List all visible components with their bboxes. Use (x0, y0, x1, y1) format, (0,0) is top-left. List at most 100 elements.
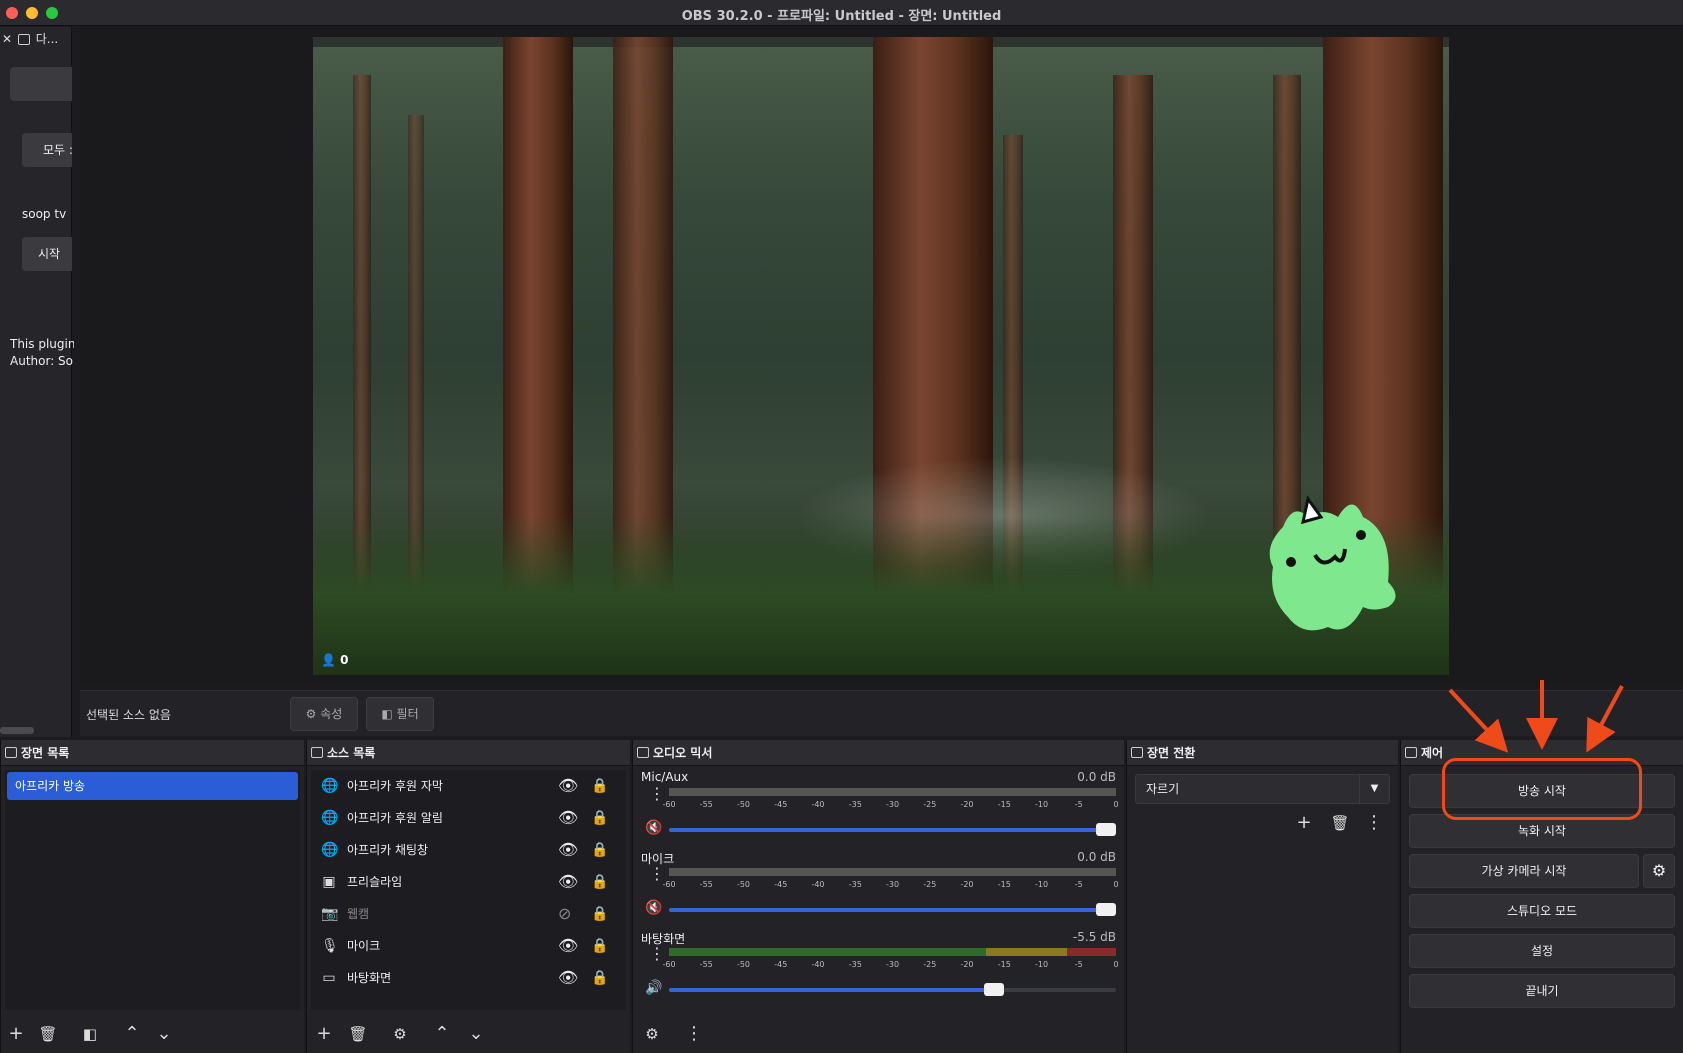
eye-icon[interactable]: 👁 (558, 802, 578, 834)
dock-icon (1405, 747, 1417, 758)
properties-button[interactable]: ⚙ 속성 (290, 697, 358, 731)
mixer-header: 오디오 믹서 (633, 740, 1124, 766)
source-row[interactable]: 🎙 마이크 👁 🔒 (311, 930, 626, 962)
meter-tick-label: -15 (997, 880, 1011, 889)
more-vertical-icon[interactable]: ⋮ (649, 866, 665, 882)
meter-tick-label: -15 (997, 800, 1011, 809)
meter-tick-label: -35 (848, 800, 862, 809)
camera-icon: 📷 (321, 906, 339, 922)
meter-tick-label: -10 (1034, 800, 1049, 809)
dock-scrollbar[interactable] (0, 727, 34, 734)
dock-start-button[interactable]: 시작 (22, 237, 72, 271)
filter-icon[interactable]: ◧ (77, 1021, 103, 1047)
meter-tick-label: -55 (699, 960, 713, 969)
meter-tick-label: -40 (811, 800, 825, 809)
audio-mixer-panel: 오디오 믹서 Mic/Aux 0.0 dB -60 -55 -50 -45 -40 -35… (632, 740, 1124, 1053)
more-vertical-icon[interactable]: ⋮ (649, 786, 665, 802)
chevron-down-icon[interactable]: ⌄ (151, 1021, 177, 1047)
meter-tick-label: -30 (885, 880, 900, 889)
more-vertical-icon[interactable]: ⋮ (681, 1021, 707, 1047)
mixer-toolbar: ⚙ ⋮ (633, 1013, 1124, 1053)
add-source-button[interactable]: + (311, 1021, 337, 1047)
meter-tick-label: -20 (960, 800, 974, 809)
annotation-arrows (1448, 680, 1624, 753)
all-button[interactable]: 모두 : (22, 133, 72, 167)
eye-icon[interactable]: 👁 (558, 962, 578, 994)
meter-tick-label: -50 (736, 880, 751, 889)
volume-slider[interactable] (669, 983, 1116, 996)
dock-icon (5, 747, 17, 758)
source-row[interactable]: 🌐 아프리카 채팅창 👁 🔒 (311, 834, 626, 866)
scenes-toolbar: + 🗑 ◧ ⌃ ⌄ (1, 1013, 304, 1053)
volume-knob[interactable] (1096, 823, 1116, 836)
transitions-body: 자르기 ▼ + 🗑 ⋮ (1131, 770, 1394, 1010)
meter-ticks: -60 -55 -50 -45 -40 -35 -30 -25 -20 -15 -10 -5 0 (662, 958, 1118, 972)
lock-icon[interactable]: 🔒 (591, 802, 608, 834)
speaker-muted-icon[interactable]: 🔇 (645, 820, 662, 836)
title-bar: OBS 30.2.0 - 프로파일: Untitled - 장면: Untitl… (0, 0, 1683, 26)
dock-icon (17, 34, 30, 45)
meter-tick-label: -30 (885, 800, 900, 809)
volume-slider[interactable] (669, 903, 1116, 916)
advanced-audio-gear-icon[interactable]: ⚙ (639, 1021, 665, 1047)
left-dock-header: ✕ 다... (0, 27, 71, 51)
source-row[interactable]: ▣ 프리슬라임 👁 🔒 (311, 866, 626, 898)
dock-input-box[interactable] (10, 67, 72, 101)
gear-icon[interactable]: ⚙ (1643, 854, 1675, 888)
settings-button[interactable]: 설정 (1409, 934, 1675, 968)
globe-icon: 🌐 (321, 778, 339, 794)
close-icon[interactable]: ✕ (2, 32, 12, 46)
add-transition-button[interactable]: + (1291, 810, 1317, 836)
window-title: OBS 30.2.0 - 프로파일: Untitled - 장면: Untitl… (681, 9, 1002, 24)
meter-tick-label: -40 (811, 960, 825, 969)
lock-icon[interactable]: 🔒 (591, 962, 608, 994)
add-scene-button[interactable]: + (3, 1021, 29, 1047)
gear-icon[interactable]: ⚙ (387, 1021, 413, 1047)
preview-canvas[interactable]: 👤 0 (313, 37, 1449, 675)
start-virtual-camera-button[interactable]: 가상 카메라 시작 (1409, 854, 1639, 888)
source-row[interactable]: 🌐 아프리카 후원 자막 👁 🔒 (311, 770, 626, 802)
speaker-muted-icon[interactable]: 🔇 (645, 900, 662, 916)
image-icon: ▣ (322, 874, 336, 890)
eye-icon[interactable]: 👁 (558, 834, 578, 866)
eye-hidden-icon[interactable]: ⊘ (558, 898, 571, 930)
lock-icon[interactable]: 🔒 (591, 898, 608, 930)
exit-button[interactable]: 끝내기 (1409, 974, 1675, 1008)
chevron-down-icon[interactable]: ⌄ (463, 1021, 489, 1047)
trash-icon[interactable]: 🗑 (345, 1021, 371, 1047)
source-row[interactable]: 🌐 아프리카 후원 알림 👁 🔒 (311, 802, 626, 834)
chevron-down-icon: ▼ (1359, 775, 1389, 803)
eye-icon[interactable]: 👁 (558, 930, 578, 962)
more-vertical-icon[interactable]: ⋮ (649, 946, 665, 962)
eye-icon[interactable]: 👁 (558, 866, 578, 898)
left-dock: ✕ 다... 모두 : soop tv 시작 This plugin Autho… (0, 27, 74, 737)
sources-panel: 소스 목록 🌐 아프리카 후원 자막 👁 🔒 🌐 아프리카 후원 알림 👁 🔒 … (306, 740, 630, 1053)
speaker-icon[interactable]: 🔊 (645, 980, 662, 996)
lock-icon[interactable]: 🔒 (591, 866, 608, 898)
sources-toolbar: + 🗑 ⚙ ⌃ ⌄ (307, 1013, 630, 1053)
chevron-up-icon[interactable]: ⌃ (429, 1021, 455, 1047)
mixer-channel: Mic/Aux 0.0 dB -60 -55 -50 -45 -40 -35 -30 -25-… (641, 770, 1119, 836)
volume-knob[interactable] (984, 983, 1005, 996)
source-row[interactable]: ▭ 바탕화면 👁 🔒 (311, 962, 626, 994)
lock-icon[interactable]: 🔒 (591, 930, 608, 962)
meter-tick-label: -25 (923, 880, 937, 889)
more-vertical-icon[interactable]: ⋮ (1361, 810, 1387, 836)
volume-knob[interactable] (1096, 903, 1116, 916)
lock-icon[interactable]: 🔒 (591, 770, 608, 802)
dock-icon (311, 747, 323, 758)
dock-icon (637, 747, 649, 758)
studio-mode-button[interactable]: 스튜디오 모드 (1409, 894, 1675, 928)
meter-green-zone (669, 948, 987, 956)
eye-icon[interactable]: 👁 (558, 770, 578, 802)
lock-icon[interactable]: 🔒 (591, 834, 608, 866)
trash-icon[interactable]: 🗑 (35, 1021, 61, 1047)
volume-slider[interactable] (669, 823, 1116, 836)
source-row[interactable]: 📷 웹캠 ⊘ 🔒 (311, 898, 626, 930)
meter-tick-label: -5 (1074, 880, 1083, 889)
scene-item[interactable]: 아프리카 방송 (7, 772, 298, 800)
transition-select[interactable]: 자르기 ▼ (1135, 774, 1390, 804)
filters-button[interactable]: ◧ 필터 (366, 697, 434, 731)
chevron-up-icon[interactable]: ⌃ (119, 1021, 145, 1047)
trash-icon[interactable]: 🗑 (1327, 810, 1353, 836)
